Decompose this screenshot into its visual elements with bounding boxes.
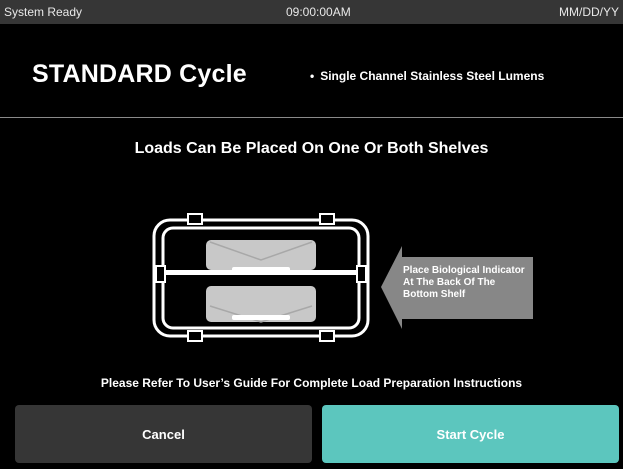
start-cycle-button-label: Start Cycle [436, 426, 505, 442]
clock-text: 09:00:00AM [286, 5, 351, 19]
cycle-title: STANDARD Cycle [32, 60, 247, 88]
cycle-subtitle-text: Single Channel Stainless Steel Lumens [320, 69, 545, 83]
start-cycle-button[interactable]: Start Cycle [322, 405, 619, 463]
cancel-button[interactable]: Cancel [15, 405, 312, 463]
cancel-button-label: Cancel [142, 426, 185, 442]
biological-indicator-callout: Place Biological Indicator At The Back O… [381, 246, 533, 329]
system-status-text: System Ready [4, 5, 83, 19]
date-text: MM/DD/YY [559, 5, 619, 19]
shelves-headline: Loads Can Be Placed On One Or Both Shelv… [134, 140, 489, 157]
bullet-icon: • [310, 69, 315, 83]
status-bar: System Ready 09:00:00AM MM/DD/YY [0, 0, 623, 24]
callout-text: Place Biological Indicator At The Back O… [403, 265, 525, 300]
load-instructions-note: Please Refer To User’s Guide For Complet… [100, 376, 523, 390]
cycle-header: STANDARD Cycle • Single Channel Stainless… [0, 24, 623, 118]
chamber-shelves-icon [152, 212, 372, 344]
cycle-subtitle: • Single Channel Stainless Steel Lumens [310, 69, 544, 83]
